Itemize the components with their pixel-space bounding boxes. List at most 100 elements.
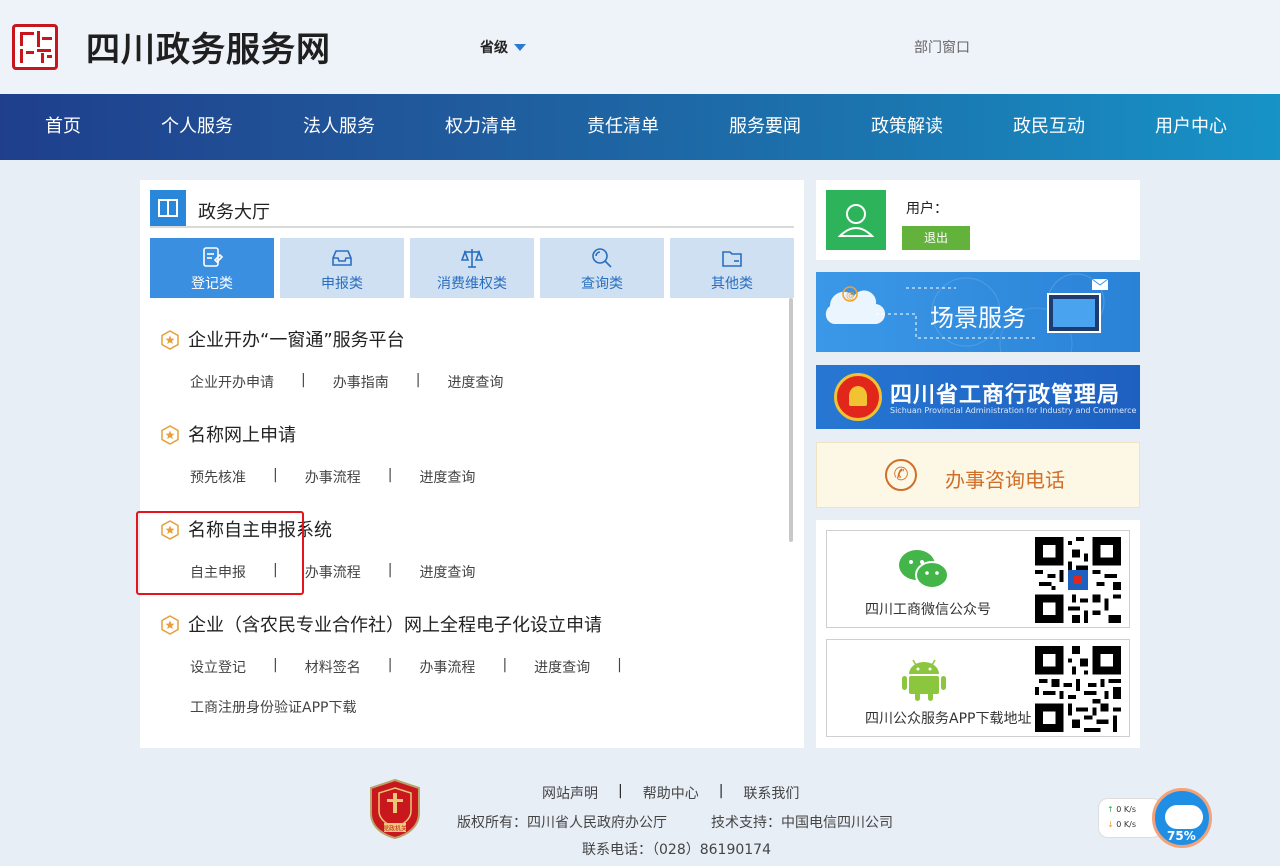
nav-item-policy[interactable]: 政策解读: [836, 94, 978, 160]
user-box: 用户： 退出: [816, 180, 1140, 260]
service-title[interactable]: 名称网上申请: [188, 421, 296, 447]
service-link[interactable]: 材料签名: [305, 657, 361, 677]
speed-ball-percent: 75%: [1167, 829, 1196, 843]
wechat-qr-caption: 四川工商微信公众号: [865, 602, 991, 618]
site-header: 四川政务服务网 省级 部门窗口: [0, 0, 1280, 94]
service-link[interactable]: 办事指南: [333, 372, 389, 392]
tab-query-label: 查询类: [581, 276, 623, 292]
hotline-banner[interactable]: ✆ 办事咨询电话: [816, 442, 1140, 508]
tab-register[interactable]: 登记类: [150, 238, 274, 298]
level-select[interactable]: 省级: [480, 37, 526, 57]
list-scrollbar[interactable]: [789, 298, 793, 542]
service-link[interactable]: 企业开办申请: [190, 372, 274, 392]
dept-window-link[interactable]: 部门窗口: [914, 37, 970, 57]
link-separator: |: [502, 657, 508, 673]
link-separator: |: [387, 657, 393, 673]
upload-unit: K/s: [1123, 805, 1136, 814]
link-separator: |: [718, 783, 724, 799]
nav-item-news[interactable]: 服务要闻: [694, 94, 836, 160]
service-link[interactable]: 预先核准: [190, 467, 246, 487]
app-qr-card[interactable]: 四川公众服务APP下载地址: [826, 639, 1130, 737]
tab-query[interactable]: 查询类: [540, 238, 664, 298]
qr-code-area: 四川工商微信公众号 四川公众服务APP下载地址: [816, 520, 1140, 748]
main-nav: 首页 个人服务 法人服务 权力清单 责任清单 服务要闻 政策解读 政民互动 用户…: [0, 94, 1280, 160]
wechat-qr-code-icon: [1035, 537, 1121, 623]
service-link[interactable]: 办事流程: [305, 467, 361, 487]
link-separator: |: [387, 562, 393, 578]
scene-banner-title: 场景服务: [930, 304, 1026, 332]
site-title[interactable]: 四川政务服务网: [86, 22, 331, 71]
download-unit: K/s: [1123, 820, 1136, 829]
user-label: 用户：: [906, 201, 948, 217]
link-separator: |: [618, 783, 623, 799]
caret-down-icon: [514, 43, 526, 51]
service-link[interactable]: 进度查询: [534, 657, 590, 677]
footer-link-contact[interactable]: 联系我们: [743, 783, 799, 803]
tab-declare[interactable]: 申报类: [280, 238, 404, 298]
nav-item-power-list[interactable]: 权力清单: [410, 94, 552, 160]
footer-link-help[interactable]: 帮助中心: [643, 783, 699, 803]
tab-other[interactable]: 其他类: [670, 238, 794, 298]
scene-service-banner[interactable]: @ 场景服务: [816, 272, 1140, 352]
footer-link-statement[interactable]: 网站声明: [542, 783, 598, 803]
nav-item-legal-person[interactable]: 法人服务: [268, 94, 410, 160]
android-icon: [902, 659, 946, 701]
app-qr-caption: 四川公众服务APP下载地址: [865, 711, 1032, 727]
contact-phone-text: 联系电话：（028）86190174: [582, 842, 771, 858]
sichuan-aic-banner[interactable]: 四川省工商行政管理局 Sichuan Provincial Administra…: [816, 365, 1140, 429]
hotline-label: 办事咨询电话: [945, 468, 1065, 492]
tab-consumer-rights[interactable]: 消费维权类: [410, 238, 534, 298]
footer-copyright-line: 版权所有：四川省人民政府办公厅 技术支持：中国电信四川公司: [457, 812, 893, 832]
speed-ball-face-icon: [1165, 805, 1203, 829]
nav-item-home[interactable]: 首页: [0, 94, 126, 160]
emblem-text: 党政机关: [383, 825, 407, 833]
app-download-link[interactable]: 工商注册身份验证APP下载: [190, 697, 356, 717]
copyright-text: 版权所有：四川省人民政府办公厅: [457, 815, 667, 831]
download-value: 0: [1116, 820, 1122, 829]
hall-header: 政务大厅: [150, 190, 794, 228]
logout-button[interactable]: 退出: [902, 226, 970, 250]
upload-speed: ↑ 0 K/s: [1107, 805, 1136, 814]
nav-item-interaction[interactable]: 政民互动: [978, 94, 1120, 160]
service-link[interactable]: 进度查询: [419, 562, 475, 582]
tab-consumer-rights-label: 消费维权类: [437, 276, 507, 292]
service-title[interactable]: 企业开办“一窗通”服务平台: [188, 326, 405, 352]
nav-item-user-center[interactable]: 用户中心: [1120, 94, 1262, 160]
svg-text:@: @: [846, 291, 855, 301]
level-select-label: 省级: [480, 40, 508, 56]
wechat-icon: [899, 550, 949, 589]
aic-banner-subtitle: Sichuan Provincial Administration for In…: [890, 406, 1137, 415]
nav-item-personal[interactable]: 个人服务: [126, 94, 268, 160]
tab-declare-label: 申报类: [321, 276, 363, 292]
service-link[interactable]: 进度查询: [419, 467, 475, 487]
nav-item-duty-list[interactable]: 责任清单: [552, 94, 694, 160]
party-govt-emblem-icon[interactable]: 党政机关: [369, 779, 421, 839]
link-separator: |: [415, 372, 421, 388]
user-avatar: [826, 190, 886, 250]
wechat-qr-card[interactable]: 四川工商微信公众号: [826, 530, 1130, 628]
upload-value: 0: [1116, 805, 1122, 814]
service-link[interactable]: 办事流程: [305, 562, 361, 582]
aic-banner-title: 四川省工商行政管理局: [890, 383, 1121, 408]
national-emblem-icon: [834, 373, 882, 421]
service-link[interactable]: 办事流程: [419, 657, 475, 677]
download-arrow-icon: ↓: [1107, 820, 1114, 829]
service-link[interactable]: 设立登记: [190, 657, 246, 677]
phone-icon: ✆: [885, 459, 917, 491]
star-badge-icon: [161, 330, 179, 350]
app-qr-code-icon: [1035, 646, 1121, 732]
link-separator: |: [273, 467, 278, 483]
service-link[interactable]: 进度查询: [447, 372, 503, 392]
hall-book-icon: [150, 190, 186, 226]
highlight-annotation-box: [136, 511, 304, 595]
site-logo-seal[interactable]: [12, 24, 58, 70]
service-links: 企业开办申请 | 办事指南 | 进度查询: [190, 372, 503, 392]
search-icon: [592, 248, 612, 268]
link-separator: |: [301, 372, 306, 388]
star-badge-icon: [161, 615, 179, 635]
link-separator: |: [617, 657, 622, 673]
tab-register-label: 登记类: [191, 276, 233, 292]
service-title[interactable]: 企业（含农民专业合作社）网上全程电子化设立申请: [188, 611, 602, 637]
user-icon: [837, 204, 875, 237]
speed-ball-widget[interactable]: 75%: [1152, 788, 1212, 848]
